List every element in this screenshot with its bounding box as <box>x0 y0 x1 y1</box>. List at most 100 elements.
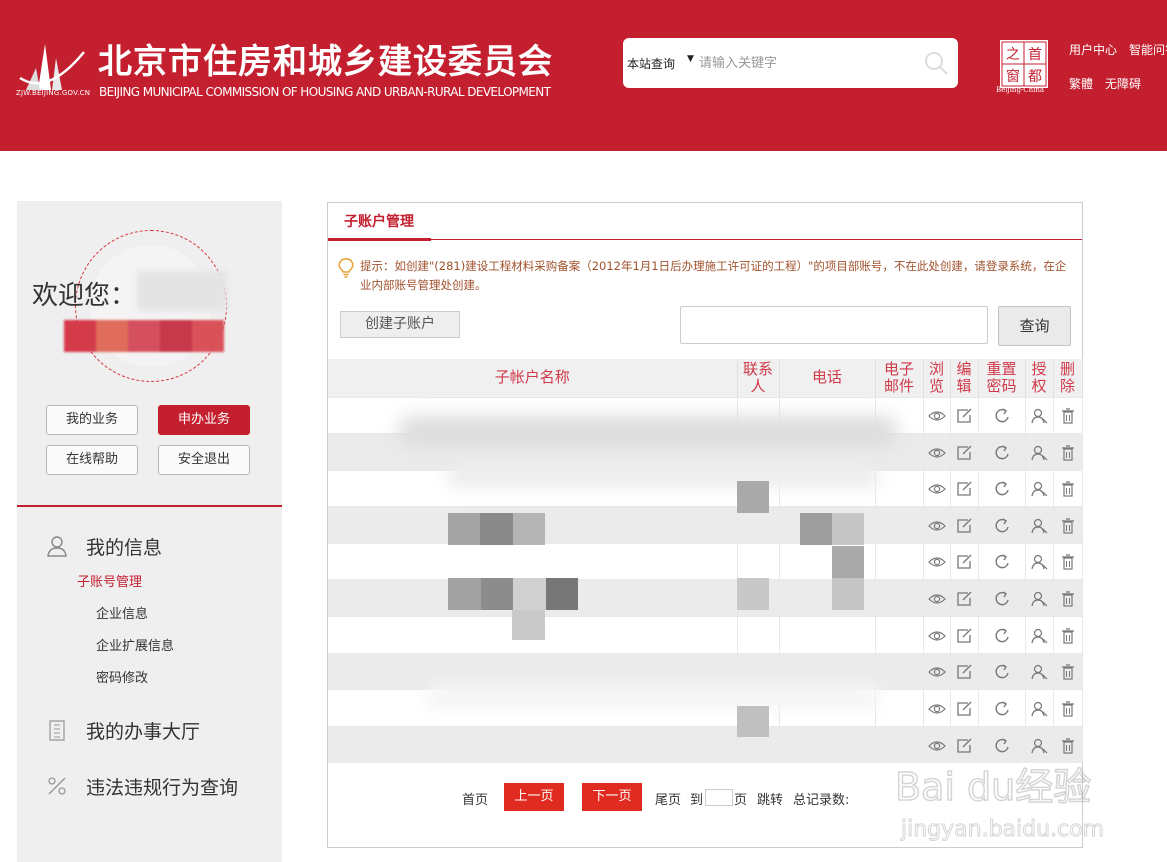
eye-icon[interactable] <box>927 480 946 498</box>
nav-company-info[interactable]: 企业信息 <box>96 603 148 622</box>
eye-icon[interactable] <box>927 444 946 462</box>
table-cell-redacted <box>737 542 780 580</box>
my-business-button[interactable]: 我的业务 <box>46 405 138 435</box>
delete-icon[interactable] <box>1059 553 1077 571</box>
edit-icon[interactable] <box>955 737 973 755</box>
reset-icon[interactable] <box>993 627 1011 645</box>
action-cell <box>1053 469 1083 507</box>
edit-icon[interactable] <box>955 480 973 498</box>
edit-icon[interactable] <box>955 517 973 535</box>
tab-underline <box>328 239 1082 240</box>
nav-my-service-hall[interactable]: 我的办事大厅 <box>45 715 200 745</box>
reset-icon[interactable] <box>993 480 1011 498</box>
query-input[interactable] <box>680 306 988 344</box>
eye-icon[interactable] <box>927 663 946 681</box>
tab-subaccount-management[interactable]: 子账户管理 <box>344 211 414 231</box>
edit-icon[interactable] <box>955 700 973 718</box>
action-cell <box>978 652 1026 690</box>
delete-icon[interactable] <box>1059 517 1077 535</box>
pager-next-button[interactable]: 下一页 <box>582 783 642 811</box>
delete-icon[interactable] <box>1059 663 1077 681</box>
query-button[interactable]: 查询 <box>998 306 1071 346</box>
logout-button[interactable]: 安全退出 <box>158 445 250 475</box>
reset-icon[interactable] <box>993 700 1011 718</box>
nav-my-info[interactable]: 我的信息 <box>45 531 162 561</box>
action-cell <box>923 433 951 471</box>
edit-icon[interactable] <box>955 627 973 645</box>
edit-icon[interactable] <box>955 407 973 425</box>
edit-icon[interactable] <box>955 444 973 462</box>
authorize-icon[interactable] <box>1030 627 1048 645</box>
eye-icon[interactable] <box>927 553 946 571</box>
nav-company-extended-info[interactable]: 企业扩展信息 <box>96 635 174 654</box>
eye-icon[interactable] <box>927 517 946 535</box>
eye-icon[interactable] <box>927 700 946 718</box>
reset-icon[interactable] <box>993 590 1011 608</box>
table-cell-redacted <box>779 579 876 617</box>
authorize-icon[interactable] <box>1030 700 1048 718</box>
seal-char: 窗 <box>1006 68 1020 85</box>
pager-jump-link[interactable]: 跳转 <box>757 789 783 808</box>
delete-icon[interactable] <box>1059 480 1077 498</box>
accessibility-link[interactable]: 无障碍 <box>1105 75 1141 92</box>
nav-my-service-hall-label: 我的办事大厅 <box>86 720 201 743</box>
delete-icon[interactable] <box>1059 590 1077 608</box>
delete-icon[interactable] <box>1059 407 1077 425</box>
delete-icon[interactable] <box>1059 627 1077 645</box>
user-icon <box>47 536 67 557</box>
reset-icon[interactable] <box>993 444 1011 462</box>
capital-window-logo-icon[interactable]: 之 首 窗 都 <box>998 38 1050 90</box>
pager-last-link[interactable]: 尾页 <box>655 789 681 808</box>
table-cell-redacted <box>328 506 738 544</box>
traditional-chinese-link[interactable]: 繁體 <box>1069 75 1093 92</box>
action-cell <box>923 506 951 544</box>
create-subaccount-button[interactable]: 创建子账户 <box>340 311 460 338</box>
pager-prev-button[interactable]: 上一页 <box>504 783 564 811</box>
eye-icon[interactable] <box>927 590 946 608</box>
authorize-icon[interactable] <box>1030 590 1048 608</box>
nav-my-info-label: 我的信息 <box>86 536 163 559</box>
delete-icon[interactable] <box>1059 700 1077 718</box>
chevron-down-icon[interactable]: ▼ <box>687 54 694 64</box>
action-cell <box>923 396 951 434</box>
pager-first-link[interactable]: 首页 <box>462 789 488 808</box>
authorize-icon[interactable] <box>1030 553 1048 571</box>
apply-business-button[interactable]: 申办业务 <box>158 405 250 435</box>
authorize-icon[interactable] <box>1030 663 1048 681</box>
sidebar: 欢迎您： 我的业务 申办业务 在线帮助 安全退出 我的信息 子账号管理 企业信息… <box>17 201 282 862</box>
nav-violation-query[interactable]: 违法违规行为查询 <box>45 771 238 801</box>
authorize-icon[interactable] <box>1030 480 1048 498</box>
online-help-button[interactable]: 在线帮助 <box>46 445 138 475</box>
eye-icon[interactable] <box>927 737 946 755</box>
table-cell-redacted <box>328 725 738 763</box>
pager-page-input[interactable] <box>705 789 733 806</box>
reset-icon[interactable] <box>993 517 1011 535</box>
action-cell <box>978 506 1026 544</box>
search-scope-select[interactable]: 本站查询 <box>627 55 675 72</box>
authorize-icon[interactable] <box>1030 517 1048 535</box>
authorize-icon[interactable] <box>1030 407 1048 425</box>
delete-icon[interactable] <box>1059 444 1077 462</box>
reset-icon[interactable] <box>993 663 1011 681</box>
edit-icon[interactable] <box>955 553 973 571</box>
action-cell <box>1053 433 1083 471</box>
edit-icon[interactable] <box>955 590 973 608</box>
authorize-icon[interactable] <box>1030 444 1048 462</box>
redacted-company-bar <box>64 320 224 352</box>
authorize-icon[interactable] <box>1030 737 1048 755</box>
reset-icon[interactable] <box>993 553 1011 571</box>
reset-icon[interactable] <box>993 407 1011 425</box>
edit-icon[interactable] <box>955 663 973 681</box>
action-cell <box>950 542 979 580</box>
eye-icon[interactable] <box>927 407 946 425</box>
nav-subaccount-management[interactable]: 子账号管理 <box>77 571 142 590</box>
delete-icon[interactable] <box>1059 737 1077 755</box>
user-center-link[interactable]: 用户中心 <box>1069 41 1117 58</box>
smart-qa-link[interactable]: 智能问答 <box>1129 41 1167 58</box>
search-input[interactable] <box>699 51 909 75</box>
nav-change-password[interactable]: 密码修改 <box>96 667 148 686</box>
eye-icon[interactable] <box>927 627 946 645</box>
site-title[interactable]: 北京市住房和城乡建设委员会 <box>98 34 553 83</box>
reset-icon[interactable] <box>993 737 1011 755</box>
search-icon[interactable] <box>923 50 949 76</box>
